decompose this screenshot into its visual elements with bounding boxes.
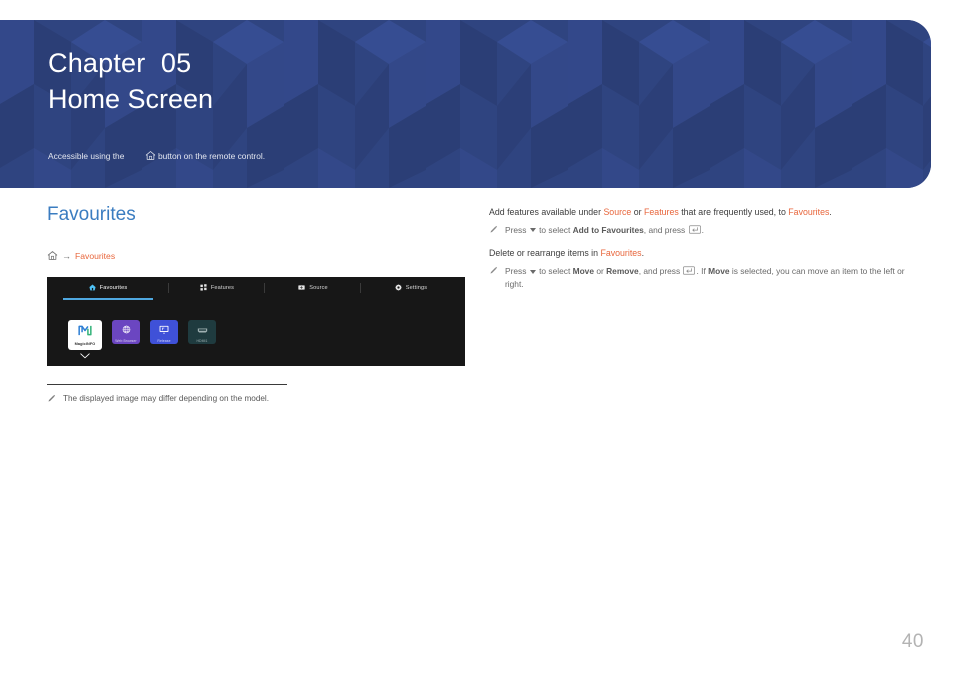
mockup-tile-release-wrap: Release (150, 320, 178, 345)
home-pentagon-icon (89, 284, 96, 293)
hdmi-port-icon (197, 321, 208, 339)
mockup-tab-label: Source (309, 285, 328, 292)
chapter-header-banner: Chapter 05 Home Screen Accessible using … (0, 20, 931, 188)
mockup-tile-release[interactable]: Release (150, 320, 178, 345)
option-add-to-favourites: Add to Favourites (572, 224, 644, 235)
header-subtitle: Accessible using the button on the remot… (48, 138, 931, 176)
para2-text-2: . (641, 248, 645, 259)
breadcrumb: → Favourites (47, 250, 467, 263)
mockup-tab-label: Features (210, 285, 235, 292)
bullet1-text-3: , and press (643, 224, 688, 235)
mockup-tile-magicinfo-wrap: MagicINFO (68, 320, 102, 359)
breadcrumb-item-favourites: Favourites (75, 250, 116, 261)
gear-icon (395, 284, 402, 293)
mockup-tile-label: MagicINFO (74, 341, 96, 346)
footnote: The displayed image may differ depending… (47, 393, 467, 407)
chevron-down-icon[interactable] (80, 353, 90, 359)
source-input-icon (298, 284, 305, 293)
bullet-add-to-favourites: Press to select Add to Favourites, and p… (489, 224, 909, 238)
pencil-icon (489, 266, 498, 279)
bullet2-text-1: Press (505, 266, 529, 277)
mockup-tile-label: HDMI1 (196, 339, 208, 344)
mockup-tile-magicinfo[interactable]: MagicINFO (68, 320, 102, 351)
mockup-tile-web-browser[interactable]: Web Browser (112, 320, 140, 345)
mockup-tab-settings[interactable]: Settings (361, 277, 461, 299)
mockup-tile-hdmi1-wrap: HDMI1 (188, 320, 216, 345)
footnote-text: The displayed image may differ depending… (63, 394, 270, 404)
option-move-2: Move (708, 266, 730, 277)
bullet-move-remove: Press to select Move or Remove, and pres… (489, 265, 909, 291)
bullet2-text-5: . If (696, 266, 709, 277)
link-favourites: Favourites (788, 207, 830, 217)
pencil-icon (489, 225, 498, 238)
chapter-label: Chapter 05 (48, 48, 192, 78)
house-icon (126, 138, 156, 176)
mockup-tab-label: Settings (405, 285, 428, 292)
bullet1-text-1: Press (505, 224, 529, 235)
mockup-tile-row: MagicINFO Web Browser Release HDMI1 (68, 320, 216, 359)
enter-key-icon (688, 224, 701, 238)
pencil-icon (47, 394, 56, 407)
mockup-tab-label: Favourites (99, 285, 128, 292)
bullet2-text-3: or (594, 266, 607, 277)
globe-icon (122, 321, 131, 339)
bullet1-text-4: . (701, 224, 704, 235)
bullet1-text-2: to select (536, 224, 573, 235)
link-favourites: Favourites (600, 248, 642, 259)
mockup-tile-webbrowser-wrap: Web Browser (112, 320, 140, 345)
bullet2-text-2: to select (536, 266, 573, 277)
para2-text-1: Delete or rearrange items in (489, 248, 601, 259)
breadcrumb-arrow: → (62, 250, 71, 261)
monitor-icon (159, 321, 169, 339)
mockup-tab-features[interactable]: Features (169, 277, 265, 299)
mockup-tab-source[interactable]: Source (265, 277, 361, 299)
header-subtitle-text-after: button on the remote control. (157, 151, 266, 162)
right-content-column: Add features available under Source or F… (489, 206, 909, 291)
delete-rearrange-paragraph: Delete or rearrange items in Favourites. (489, 247, 909, 261)
intro-text-3: that are frequently used, to (678, 207, 789, 217)
bullet-text: Press to select Add to Favourites, and p… (505, 224, 909, 237)
home-screen-mockup: Favourites Features Source Settings Magi… (47, 277, 465, 367)
link-source: Source (603, 207, 632, 217)
grid-squares-icon (200, 284, 207, 293)
magicinfo-logo-icon (78, 324, 92, 342)
mockup-tile-label: Release (157, 339, 171, 344)
enter-key-icon (683, 266, 696, 279)
page-title: Home Screen (48, 83, 214, 114)
caret-down-icon (529, 228, 536, 233)
section-title: Favourites (47, 204, 136, 225)
footnote-divider (47, 384, 287, 386)
active-tab-underline (63, 298, 153, 300)
page-number: 40 (901, 631, 924, 652)
mockup-tile-hdmi1[interactable]: HDMI1 (188, 320, 216, 345)
bullet-text: Press to select Move or Remove, and pres… (505, 265, 909, 291)
option-move: Move (572, 266, 595, 277)
house-icon (47, 250, 58, 263)
intro-text-4: . (829, 207, 832, 217)
option-remove: Remove (606, 266, 639, 277)
intro-paragraph: Add features available under Source or F… (489, 206, 909, 220)
mockup-tile-label: Web Browser (115, 339, 137, 344)
bullet2-text-4: , and press (638, 266, 683, 277)
caret-down-icon (529, 269, 536, 274)
mockup-tab-favourites[interactable]: Favourites (47, 277, 169, 299)
mockup-tab-bar: Favourites Features Source Settings (47, 277, 465, 299)
intro-text-2: or (631, 207, 645, 217)
left-content-column: Favourites → Favourites Favourites Featu… (47, 204, 467, 407)
header-subtitle-text-before: Accessible using the (48, 151, 125, 162)
intro-text-1: Add features available under (489, 207, 604, 217)
link-features: Features (644, 207, 679, 217)
